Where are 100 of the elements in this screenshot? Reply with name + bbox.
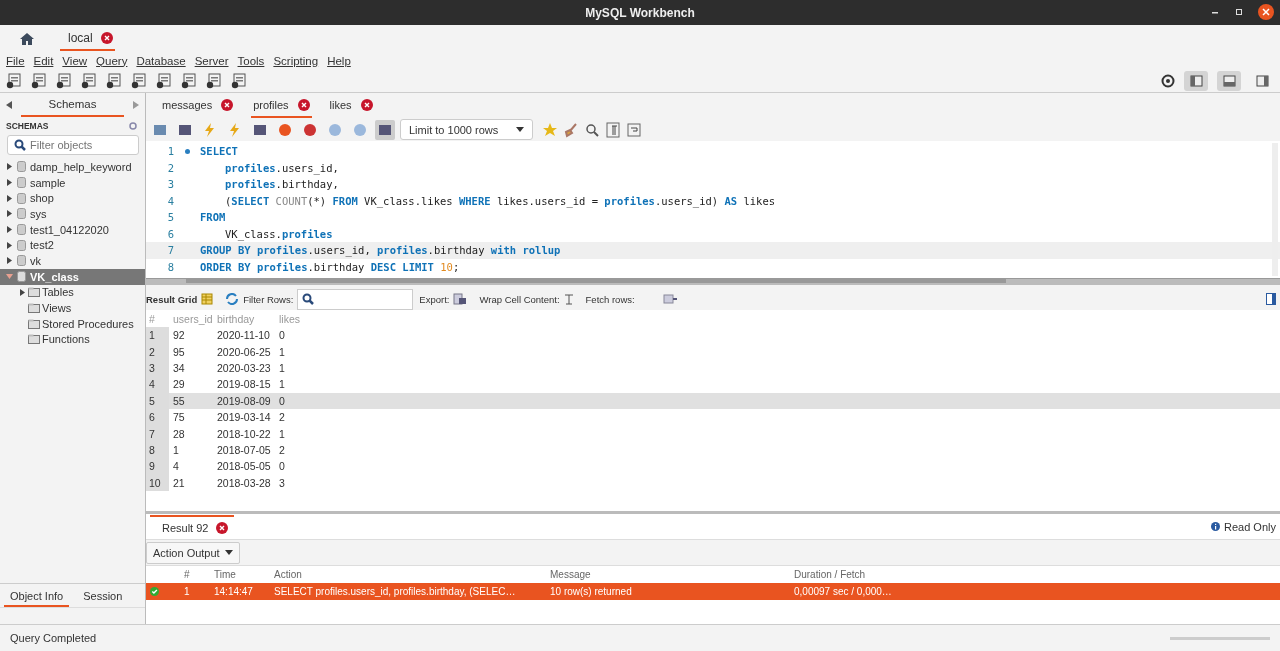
line-number: 1 [166,145,174,158]
table-cell-text: 29 [172,378,186,391]
schema-item[interactable]: vk [0,253,145,269]
schemas-tab[interactable]: Schemas [20,93,125,117]
wrap-cell-icon[interactable] [563,293,574,305]
column-header[interactable]: # [180,569,210,580]
caret-icon [224,550,233,555]
table-cell-text: SELECT profiles.users_id, profiles.birthday, (SELEC… [273,586,517,597]
code-line: VK_class.profiles [225,227,333,240]
column-header[interactable]: Time [210,569,270,580]
column-header[interactable]: Duration / Fetch [790,569,934,580]
schema-item[interactable]: damp_help_keyword [0,159,145,175]
status-text: Query Completed [10,632,97,644]
table-cell-text: 21 [172,476,186,489]
broom-icon[interactable] [563,121,580,138]
table-cell-text: 2018-07-05 [216,443,272,456]
left-arrow-icon[interactable] [6,101,12,109]
table-cell-text: 1 [183,586,191,597]
editor-tab[interactable]: likes [327,93,375,118]
filter-rows-field[interactable] [297,288,414,310]
line-number: 4 [166,194,174,207]
info-tab[interactable]: Session [77,590,129,607]
close-icon[interactable] [1258,4,1274,20]
table-cell-text: 4 [172,460,180,473]
menu-item[interactable]: View [62,54,88,67]
menu-item[interactable]: Help [327,54,351,67]
column-header[interactable]: Action [270,569,546,580]
export-label: Export: [419,293,450,305]
schema-object-item[interactable]: Stored Procedures [0,315,145,332]
sidebar-toggle-icon[interactable] [1184,70,1208,91]
menu-item[interactable]: Scripting [273,54,319,67]
menu-item[interactable]: Edit [33,54,54,67]
table-cell-text: 14:14:47 [213,586,254,597]
code-line: profiles.birthday, [225,178,339,191]
line-number: 8 [166,260,174,273]
line-number: 7 [166,244,174,257]
search-icon [302,293,315,305]
table-cell-text: 2018-03-28 [216,476,272,489]
table-cell-text: 2019-08-15 [216,378,272,391]
table-cell-text: 2020-06-25 [216,345,272,358]
code-line: profiles.users_id, [225,161,339,174]
menu-item[interactable]: File [6,54,25,67]
result-grid-tab[interactable]: Result Grid [146,293,198,305]
pilcrow-icon[interactable] [605,121,622,138]
fetch-icon[interactable] [662,294,677,304]
close-icon[interactable] [216,522,229,534]
close-icon[interactable] [360,98,373,111]
schema-object-item[interactable]: Tables [0,284,145,301]
action-output-dropdown[interactable]: Action Output [146,541,240,564]
limit-dropdown[interactable]: Limit to 1000 rows [400,119,534,140]
filter-field[interactable]: Filter objects [7,135,139,155]
schema-item[interactable]: test1_04122020 [0,221,145,238]
menu-item[interactable]: Query [96,54,128,67]
line-number: 2 [166,161,174,174]
table-cell-text: 1 [278,345,286,358]
table-cell-text: 1 [172,443,180,456]
info-tab[interactable]: Object Info [4,590,70,607]
menu-item[interactable]: Database [136,54,186,67]
line-number: 6 [166,227,174,240]
table-cell-text: 2 [278,443,286,456]
star-icon[interactable] [542,121,559,138]
editor-tab[interactable]: messages [160,93,236,118]
window-title: MySQL Workbench [585,5,695,20]
column-header[interactable]: Message [546,569,790,580]
schema-object-item[interactable]: Functions [0,331,145,348]
schema-object-item[interactable]: Views [0,300,145,316]
table-cell-text: 0 [278,460,286,473]
search-icon [14,139,26,151]
code-line: ORDER BY profiles.birthday DESC LIMIT 10; [200,260,460,273]
schema-item[interactable]: shop [0,190,145,207]
caret-icon [516,127,525,132]
table-cell-text: 2019-08-09 [216,394,272,407]
connection-tab[interactable]: local [60,26,115,51]
wrap-icon[interactable] [626,121,643,138]
read-only-label: Read Only [1224,520,1276,533]
panel-toggle-icon[interactable] [1266,293,1276,305]
schema-item[interactable]: sys [0,206,145,222]
home-icon[interactable] [20,32,34,45]
output-panel-toggle-icon[interactable] [1217,70,1241,91]
schema-item[interactable]: sample [0,174,145,191]
maximize-icon[interactable] [1234,7,1244,17]
schema-item[interactable]: VK_class [0,268,145,285]
export-icon[interactable] [453,293,468,305]
table-cell-text: 1 [278,378,286,391]
table-cell-text: 92 [172,329,186,342]
table-cell-text: 2018-10-22 [216,427,272,440]
close-icon[interactable] [297,98,310,111]
filter-label: Filter Rows: [243,293,294,305]
search-icon[interactable] [584,121,601,138]
table-cell-text: 75 [172,411,186,424]
right-arrow-icon[interactable] [133,101,139,109]
table-cell-text: 2018-05-05 [216,460,272,473]
code-line: SELECT [200,145,238,158]
close-icon[interactable] [100,31,113,44]
menu-item[interactable]: Tools [237,54,265,67]
line-number: 5 [166,211,174,224]
close-icon[interactable] [221,98,234,111]
schema-item[interactable]: test2 [0,237,145,254]
table-cell-text: 95 [172,345,186,358]
menu-item[interactable]: Server [194,54,229,67]
